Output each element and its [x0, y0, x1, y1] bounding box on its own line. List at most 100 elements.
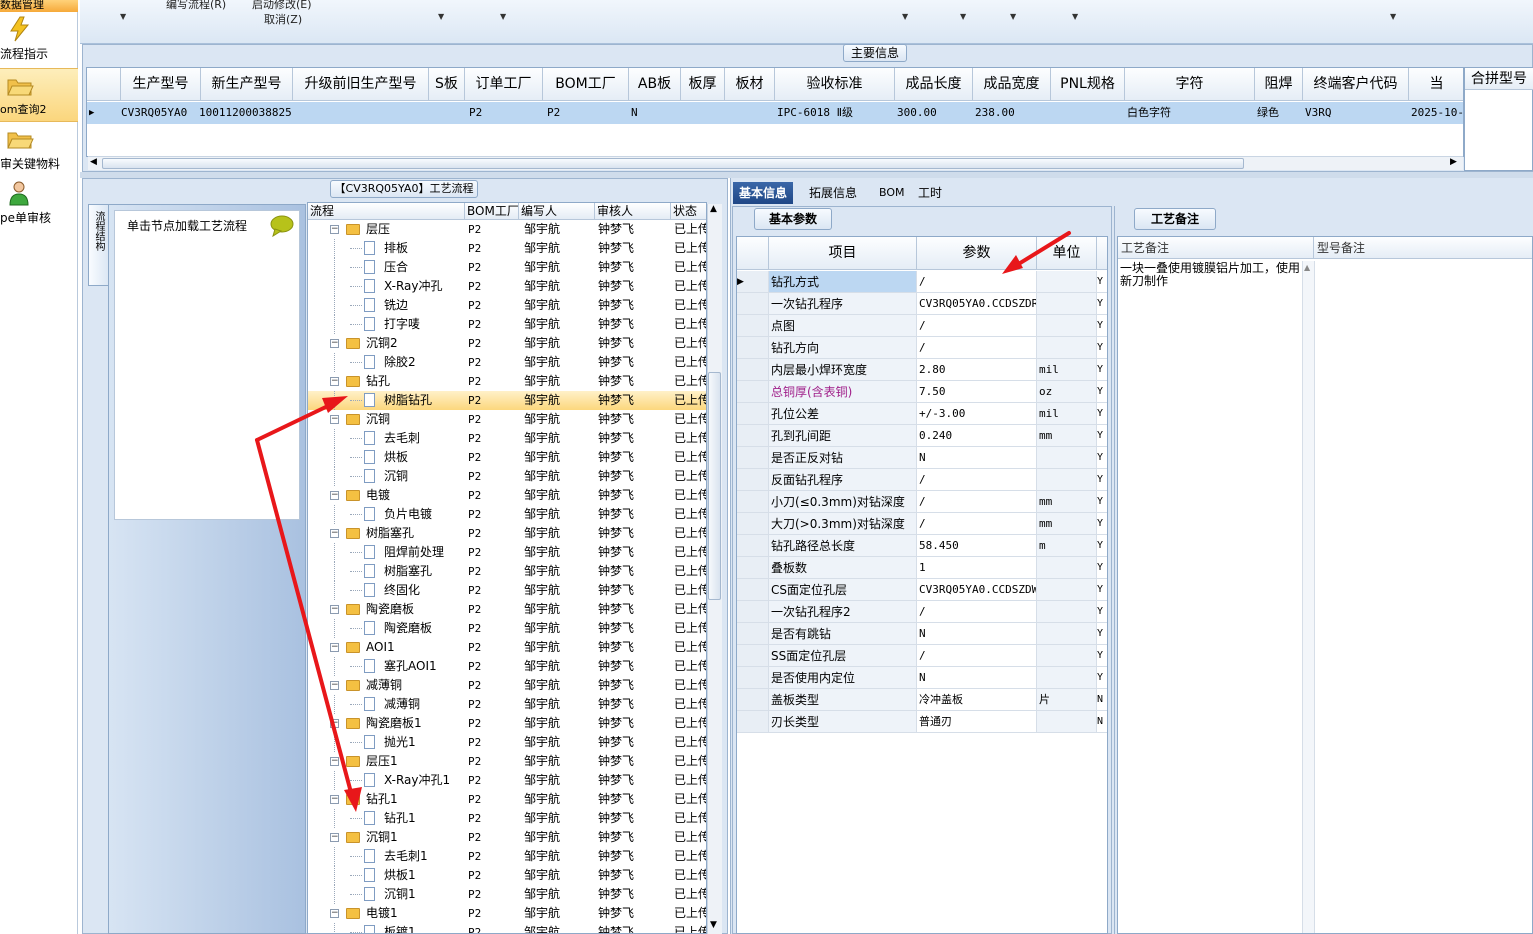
cell-bom-factory[interactable]: P2: [547, 102, 627, 124]
column-header[interactable]: 升级前旧生产型号: [293, 68, 429, 101]
tree-leaf-row[interactable]: 阻焊前处理 P2 邹宇航 钟梦飞 已上传: [308, 543, 706, 562]
collapse-icon[interactable]: −: [330, 225, 339, 234]
nav-item-key-materials[interactable]: 审关键物料: [0, 122, 78, 176]
scroll-thumb[interactable]: [102, 158, 1244, 169]
column-header[interactable]: 流程: [308, 203, 465, 220]
param-row[interactable]: 钻孔路径总长度 58.450 m Y: [737, 535, 1107, 557]
collapse-icon[interactable]: −: [330, 681, 339, 690]
chevron-down-icon[interactable]: ▼: [1390, 12, 1396, 21]
tree-leaf-row[interactable]: 负片电镀 P2 邹宇航 钟梦飞 已上传: [308, 505, 706, 524]
chevron-down-icon[interactable]: ▼: [500, 12, 506, 21]
param-value[interactable]: +/-3.00: [917, 403, 1037, 424]
row-indicator[interactable]: [737, 293, 769, 314]
chevron-down-icon[interactable]: ▼: [960, 12, 966, 21]
cell-solder[interactable]: 绿色: [1257, 102, 1301, 124]
column-header[interactable]: 型号备注: [1314, 237, 1532, 259]
tree-folder-row[interactable]: − AOI1 P2 邹宇航 钟梦飞 已上传: [308, 638, 706, 657]
cell-new-model[interactable]: 10011200038825: [199, 102, 293, 124]
row-indicator[interactable]: [737, 535, 769, 556]
tab-extended-info[interactable]: 拓展信息: [803, 182, 863, 204]
collapse-icon[interactable]: −: [330, 795, 339, 804]
row-indicator[interactable]: [737, 359, 769, 380]
column-header[interactable]: 阻焊: [1255, 68, 1303, 101]
param-value[interactable]: 普通刃: [917, 711, 1037, 732]
param-row[interactable]: 盖板类型 冷冲盖板片 N: [737, 689, 1107, 711]
tree-folder-row[interactable]: − 钻孔1 P2 邹宇航 钟梦飞 已上传: [308, 790, 706, 809]
tab-bom[interactable]: BOM: [873, 182, 911, 204]
column-header[interactable]: 生产型号: [121, 68, 201, 101]
column-header[interactable]: PNL规格: [1051, 68, 1125, 101]
tree-folder-row[interactable]: − 电镀1 P2 邹宇航 钟梦飞 已上传: [308, 904, 706, 923]
tree-folder-row[interactable]: − 钻孔 P2 邹宇航 钟梦飞 已上传: [308, 372, 706, 391]
row-indicator[interactable]: [737, 403, 769, 424]
collapse-icon[interactable]: −: [330, 491, 339, 500]
column-header[interactable]: BOM工厂: [465, 203, 519, 220]
collapse-icon[interactable]: −: [330, 719, 339, 728]
row-indicator[interactable]: [737, 601, 769, 622]
column-header[interactable]: 编写人: [519, 203, 595, 220]
param-value[interactable]: 0.240: [917, 425, 1037, 446]
tab-flow-structure[interactable]: 流程结构: [88, 204, 108, 286]
param-value[interactable]: 冷冲盖板: [917, 689, 1037, 710]
tree-leaf-row[interactable]: 除胶2 P2 邹宇航 钟梦飞 已上传: [308, 353, 706, 372]
tree-leaf-row[interactable]: 塞孔AOI1 P2 邹宇航 钟梦飞 已上传: [308, 657, 706, 676]
param-row[interactable]: 钻孔方向 / Y: [737, 337, 1107, 359]
tree-leaf-row[interactable]: 树脂塞孔 P2 邹宇航 钟梦飞 已上传: [308, 562, 706, 581]
column-header[interactable]: 项目: [769, 237, 917, 270]
row-indicator[interactable]: [737, 689, 769, 710]
param-row[interactable]: 是否使用内定位 N Y: [737, 667, 1107, 689]
process-note-text[interactable]: 一块一叠使用镀膜铝片加工，使用新刀制作: [1120, 262, 1300, 288]
tree-leaf-row[interactable]: 减薄铜 P2 邹宇航 钟梦飞 已上传: [308, 695, 706, 714]
column-header[interactable]: 当: [1409, 68, 1463, 101]
param-value[interactable]: /: [917, 469, 1037, 490]
toolbar-item-write-flow[interactable]: 编写流程(R): [166, 0, 226, 12]
param-value[interactable]: N: [917, 447, 1037, 468]
tree-leaf-row[interactable]: 终固化 P2 邹宇航 钟梦飞 已上传: [308, 581, 706, 600]
tree-leaf-row[interactable]: X-Ray冲孔 P2 邹宇航 钟梦飞 已上传: [308, 277, 706, 296]
horizontal-scrollbar[interactable]: ◀ ▶: [88, 156, 1463, 170]
tab-basic-info[interactable]: 基本信息: [733, 182, 794, 204]
tree-leaf-row[interactable]: 压合 P2 邹宇航 钟梦飞 已上传: [308, 258, 706, 277]
row-indicator[interactable]: [737, 337, 769, 358]
tab-work-hours[interactable]: 工时: [912, 182, 948, 204]
column-header[interactable]: 板厚: [681, 68, 725, 101]
collapse-icon[interactable]: −: [330, 529, 339, 538]
param-row[interactable]: 点图 / Y: [737, 315, 1107, 337]
collapse-icon[interactable]: −: [330, 605, 339, 614]
cell-date[interactable]: 2025-10-1: [1411, 102, 1463, 124]
cell-char[interactable]: 白色字符: [1127, 102, 1253, 124]
row-indicator[interactable]: [737, 491, 769, 512]
param-row[interactable]: SS面定位孔层 / Y: [737, 645, 1107, 667]
row-indicator[interactable]: [737, 667, 769, 688]
column-header[interactable]: 参数: [917, 237, 1037, 270]
merge-model-header[interactable]: 合拼型号: [1465, 68, 1533, 90]
param-row[interactable]: 叠板数 1 Y: [737, 557, 1107, 579]
tree-folder-row[interactable]: − 沉铜2 P2 邹宇航 钟梦飞 已上传: [308, 334, 706, 353]
param-value[interactable]: 1: [917, 557, 1037, 578]
row-indicator[interactable]: [737, 447, 769, 468]
row-indicator[interactable]: [737, 623, 769, 644]
tree-folder-row[interactable]: − 沉铜 P2 邹宇航 钟梦飞 已上传: [308, 410, 706, 429]
tree-folder-row[interactable]: − 陶瓷磨板1 P2 邹宇航 钟梦飞 已上传: [308, 714, 706, 733]
param-row[interactable]: 是否正反对钻 N Y: [737, 447, 1107, 469]
param-value[interactable]: /: [917, 645, 1037, 666]
tree-folder-row[interactable]: − 陶瓷磨板 P2 邹宇航 钟梦飞 已上传: [308, 600, 706, 619]
row-indicator[interactable]: [737, 425, 769, 446]
param-row[interactable]: 是否有跳钻 N Y: [737, 623, 1107, 645]
collapse-icon[interactable]: −: [330, 415, 339, 424]
column-header[interactable]: 验收标准: [775, 68, 895, 101]
row-indicator[interactable]: [737, 469, 769, 490]
tree-folder-row[interactable]: − 树脂塞孔 P2 邹宇航 钟梦飞 已上传: [308, 524, 706, 543]
param-row[interactable]: CS面定位孔层 CV3RQ05YA0.CCDSZDWK Y: [737, 579, 1107, 601]
tree-leaf-row[interactable]: 板镀1 P2 邹宇航 钟梦飞 已上传: [308, 923, 706, 933]
param-row[interactable]: 总铜厚(含表铜) 7.50 oz Y: [737, 381, 1107, 403]
tree-leaf-row[interactable]: X-Ray冲孔1 P2 邹宇航 钟梦飞 已上传: [308, 771, 706, 790]
row-indicator[interactable]: [737, 711, 769, 732]
tree-folder-row[interactable]: − 电镀 P2 邹宇航 钟梦飞 已上传: [308, 486, 706, 505]
row-indicator[interactable]: [737, 557, 769, 578]
scroll-left-icon[interactable]: ◀: [90, 157, 97, 167]
collapse-icon[interactable]: −: [330, 377, 339, 386]
cell-standard[interactable]: IPC-6018 Ⅱ级: [777, 102, 893, 124]
chevron-down-icon[interactable]: ▼: [1010, 12, 1016, 21]
row-indicator[interactable]: ▶: [737, 271, 769, 292]
